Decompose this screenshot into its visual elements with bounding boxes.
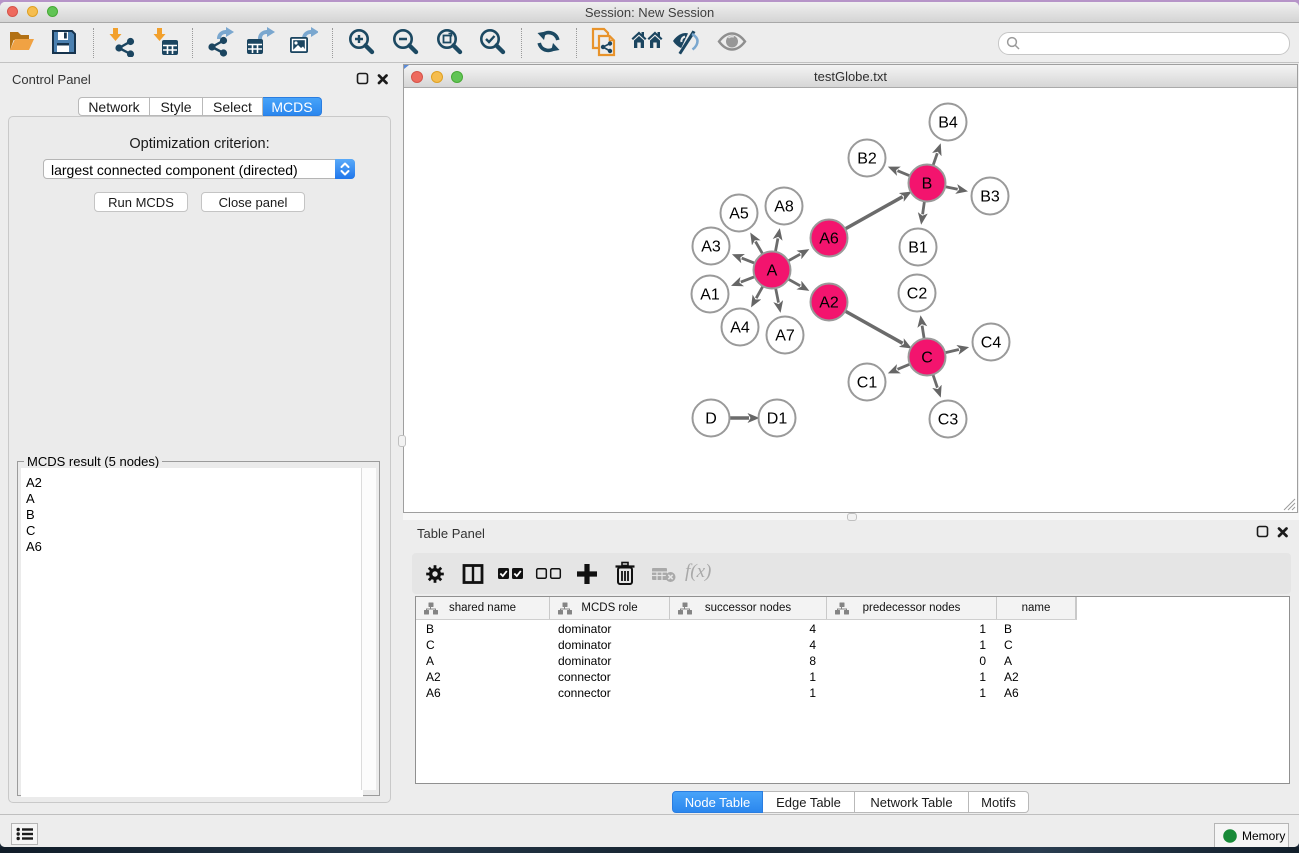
svg-text:B1: B1 — [908, 240, 928, 257]
svg-text:A: A — [767, 263, 778, 280]
svg-text:B3: B3 — [980, 189, 1000, 206]
svg-text:C4: C4 — [981, 335, 1002, 352]
svg-text:C2: C2 — [907, 286, 928, 303]
svg-text:A6: A6 — [819, 231, 839, 248]
svg-text:A7: A7 — [775, 328, 795, 345]
svg-text:B2: B2 — [857, 151, 877, 168]
svg-text:B4: B4 — [938, 115, 958, 132]
svg-text:D: D — [705, 411, 717, 428]
svg-text:A2: A2 — [819, 295, 839, 312]
svg-text:C3: C3 — [938, 412, 959, 429]
svg-text:A3: A3 — [701, 239, 721, 256]
svg-text:A8: A8 — [774, 199, 794, 216]
svg-text:A1: A1 — [700, 287, 720, 304]
svg-text:A4: A4 — [730, 320, 750, 337]
svg-text:C: C — [921, 350, 933, 367]
svg-text:A5: A5 — [729, 206, 749, 223]
svg-text:B: B — [922, 176, 933, 193]
svg-text:D1: D1 — [767, 411, 788, 428]
svg-text:C1: C1 — [857, 375, 878, 392]
